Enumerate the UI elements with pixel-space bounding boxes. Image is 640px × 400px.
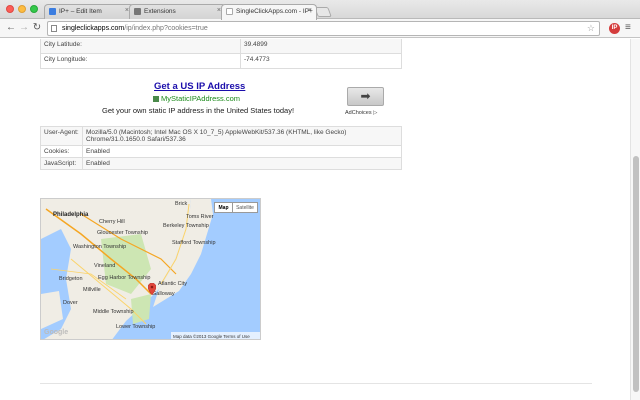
tab-label: IP+ – Edit Item [59, 8, 102, 15]
puzzle-piece-icon [134, 8, 141, 15]
back-arrow-icon[interactable]: ← [5, 22, 17, 34]
location-table: City Latitude: 39.4899 City Longitude: -… [40, 39, 402, 69]
map-view-button[interactable]: Map [214, 202, 233, 213]
page-icon [51, 25, 57, 32]
reload-icon[interactable]: ↻ [31, 22, 43, 34]
user-agent-value: Mozilla/5.0 (Macintosh; Intel Mac OS X 1… [82, 126, 402, 146]
location-pin-icon[interactable] [148, 283, 156, 295]
ad-url-text: MyStaticIPAddress.com [161, 94, 241, 103]
forward-arrow-icon[interactable]: → [18, 22, 30, 34]
map-label: Bridgeton [59, 276, 83, 282]
map-label: Millville [83, 287, 101, 293]
ad-description: Get your own static IP address in the Un… [102, 106, 295, 115]
toolbar: ← → ↻ singleclickapps.com/ip/index.php?c… [0, 19, 640, 38]
user-agent-label: User-Agent: [40, 126, 83, 146]
ad-url-link[interactable]: MyStaticIPAddress.com [153, 94, 240, 103]
bookmark-star-icon[interactable]: ☆ [587, 22, 595, 35]
map-label: Brick [175, 201, 188, 207]
ad-arrow-button[interactable]: ➡ [347, 87, 384, 106]
tab-edit-item[interactable]: IP+ – Edit Item × [44, 4, 134, 19]
tab-label: Extensions [144, 8, 176, 15]
ip-extension-icon[interactable]: IP [609, 23, 620, 34]
map-label: Cherry Hill [99, 219, 125, 225]
map-attribution[interactable]: Map data ©2013 Google Terms of Use [171, 332, 260, 339]
menu-icon[interactable]: ≡ [625, 22, 631, 33]
map-label: Lower Township [116, 324, 156, 330]
scrollbar-thumb[interactable] [633, 156, 639, 392]
table-row: City Longitude: -74.4773 [40, 53, 402, 69]
table-row: Cookies: Enabled [40, 145, 402, 158]
ad-favicon-icon [153, 96, 159, 103]
map-label: Philadelphia [53, 212, 89, 218]
map-label: Dover [63, 300, 78, 306]
map-label: Vineland [94, 263, 116, 269]
latitude-label: City Latitude: [40, 39, 241, 54]
table-row: JavaScript: Enabled [40, 157, 402, 170]
javascript-value: Enabled [82, 157, 402, 170]
map-background [41, 199, 260, 339]
close-window-button[interactable] [6, 5, 14, 13]
satellite-view-button[interactable]: Satellite [232, 202, 258, 213]
latitude-value: 39.4899 [240, 39, 402, 54]
cookies-value: Enabled [82, 145, 402, 158]
tab-extensions[interactable]: Extensions × [129, 4, 226, 19]
tab-strip: IP+ – Edit Item × Extensions × SingleCli… [0, 0, 640, 20]
map-label: Gloucester Township [97, 230, 148, 236]
divider [40, 383, 592, 384]
page-favicon-icon [226, 8, 233, 15]
map-label: Stafford Township [172, 240, 216, 246]
map-label: Washington Township [73, 244, 127, 250]
address-bar[interactable]: singleclickapps.com/ip/index.php?cookies… [47, 21, 600, 36]
ip-plus-favicon-icon [49, 8, 56, 15]
google-logo: Google [44, 329, 69, 336]
close-tab-icon[interactable]: × [308, 7, 312, 14]
map-label: Toms River [186, 214, 214, 220]
map-label: Egg Harbor Township [98, 275, 151, 281]
browser-info-table: User-Agent: Mozilla/5.0 (Macintosh; Inte… [40, 126, 402, 170]
minimize-window-button[interactable] [18, 5, 26, 13]
ad-title-link[interactable]: Get a US IP Address [154, 81, 245, 92]
map-label: Berkeley Township [163, 223, 209, 229]
location-map[interactable]: Map Satellite Philadelphia Cherry Hill G… [40, 198, 261, 340]
table-row: User-Agent: Mozilla/5.0 (Macintosh; Inte… [40, 126, 402, 146]
browser-window: IP+ – Edit Item × Extensions × SingleCli… [0, 0, 640, 400]
tab-label: SingleClickApps.com - IP+ [236, 8, 313, 15]
map-label: Middle Township [93, 309, 134, 315]
tab-singleclickapps[interactable]: SingleClickApps.com - IP+ × [221, 4, 317, 20]
javascript-label: JavaScript: [40, 157, 83, 170]
longitude-value: -74.4773 [240, 53, 402, 69]
url-path: /ip/index.php?cookies=true [124, 25, 208, 32]
map-label: Atlantic City [158, 281, 188, 287]
cookies-label: Cookies: [40, 145, 83, 158]
zoom-window-button[interactable] [30, 5, 38, 13]
url-domain: singleclickapps.com [62, 25, 125, 32]
table-row: City Latitude: 39.4899 [40, 39, 402, 54]
vertical-scrollbar[interactable] [630, 39, 640, 400]
advertisement: Get a US IP Address MyStaticIPAddress.co… [40, 78, 402, 124]
longitude-label: City Longitude: [40, 53, 241, 69]
page-content: City Latitude: 39.4899 City Longitude: -… [0, 39, 630, 400]
adchoices-link[interactable]: AdChoices ▷ [345, 110, 377, 116]
